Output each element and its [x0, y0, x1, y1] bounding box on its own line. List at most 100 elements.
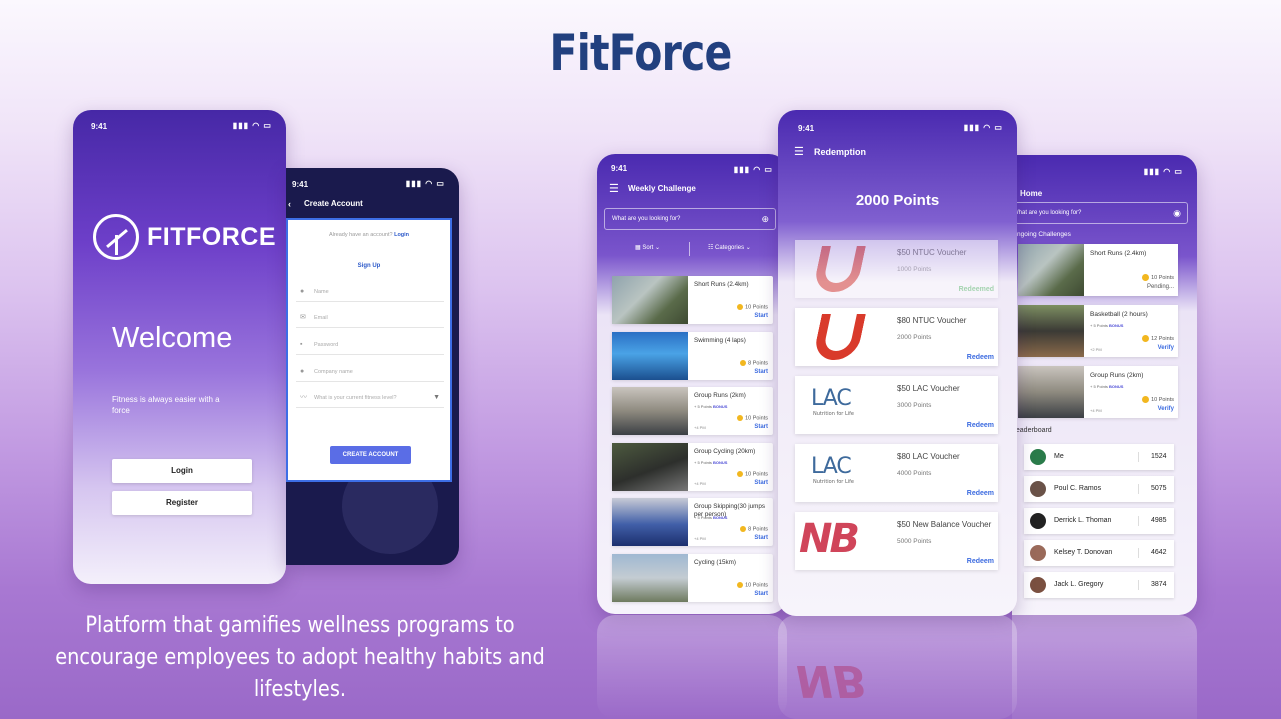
voucher-name: $50 LAC Voucher	[897, 384, 960, 393]
bonus-tag: BONUS	[1109, 384, 1124, 389]
challenge-card[interactable]: Group Skipping(30 jumps per person) + 5 P…	[612, 498, 773, 546]
voucher-name: $50 New Balance Voucher	[897, 520, 992, 529]
status-bar: 9:41 ▮▮▮ ◠ ▭	[91, 121, 272, 131]
challenge-photo	[612, 498, 688, 546]
challenge-card[interactable]: Short Runs (2.4km) 10 Points Start	[612, 276, 773, 324]
back-arrow-icon[interactable]: ‹	[288, 194, 291, 214]
voucher-logo: NB	[795, 512, 891, 570]
password-field[interactable]: ▪ Password	[296, 335, 444, 355]
reflection	[597, 615, 787, 719]
name-field[interactable]: ● Name	[296, 282, 444, 302]
pm-label: +4 PM	[694, 536, 706, 541]
redeem-button[interactable]: Redeem	[967, 490, 994, 497]
ongoing-heading: Ongoing Challenges	[1012, 231, 1071, 238]
challenge-points: 10 Points	[1142, 396, 1174, 403]
login-prompt: Already have an account? Login	[328, 232, 410, 238]
bonus-badge: + 5 Points BONUS	[1090, 384, 1124, 389]
create-account-header: ‹ Create Account	[286, 194, 459, 218]
challenge-points: 8 Points	[740, 526, 768, 532]
voucher-logo	[795, 308, 891, 366]
voucher-logo	[795, 240, 891, 298]
leaderboard-row: Kelsey T. Donovan 4642	[1024, 540, 1174, 566]
bonus-badge: + 5 Points BONUS	[694, 404, 728, 409]
lac-tagline: Nutrition for Life	[813, 411, 854, 417]
fitness-level-select[interactable]: 〰 What is your current fitness level? ▼	[296, 388, 444, 408]
avatar	[1030, 545, 1046, 561]
challenge-name: Group Cycling (20km)	[694, 447, 756, 455]
status-bar: 9:41 ▮▮▮ ◠ ▭	[292, 179, 445, 189]
redeem-button[interactable]: Redeem	[967, 558, 994, 565]
email-field[interactable]: ✉ Email	[296, 308, 444, 328]
lock-icon: ▪	[300, 341, 303, 348]
redemption-screen: 9:41 ▮▮▮ ◠ ▭ ☰ Redemption 2000 Points $50…	[778, 110, 1017, 616]
challenge-name: Short Runs (2.4km)	[694, 281, 749, 288]
redeem-button[interactable]: Redeem	[967, 422, 994, 429]
challenge-card[interactable]: Cycling (15km) 10 Points Start	[612, 553, 773, 602]
search-input[interactable]: What are you looking for? ⊕	[604, 208, 776, 230]
ongoing-card[interactable]: Short Runs (2.4km) 10 Points Pending...	[1018, 244, 1178, 296]
challenge-name: Cycling (15km)	[694, 558, 736, 566]
challenge-photo	[612, 387, 688, 435]
challenge-card[interactable]: Group Cycling (20km) + 5 Points BONUS +4 P…	[612, 442, 773, 491]
voucher-card[interactable]: $80 NTUC Voucher 2000 Points Redeem	[795, 308, 998, 366]
login-link[interactable]: Login	[394, 232, 409, 238]
welcome-screen: 9:41 ▮▮▮ ◠ ▭ FITFORCE Welcome Fitness is …	[73, 110, 286, 584]
verify-button[interactable]: Pending...	[1147, 284, 1174, 290]
register-button[interactable]: Register	[112, 491, 252, 515]
ongoing-card[interactable]: Group Runs (2km) + 5 Points BONUS +4 PM 10 …	[1018, 366, 1178, 418]
challenge-name: Swimming (4 laps)	[694, 336, 746, 344]
start-button[interactable]: Start	[754, 480, 768, 486]
categories-button[interactable]: ☷ Categories ⌄	[708, 244, 751, 251]
bonus-tag: BONUS	[713, 459, 728, 465]
voucher-card[interactable]: $50 NTUC Voucher 1000 Points Redeemed	[795, 240, 998, 298]
login-button[interactable]: Login	[112, 459, 252, 483]
voucher-logo: LAC Nutrition for Life	[795, 376, 891, 434]
start-button[interactable]: Start	[754, 369, 768, 375]
verify-button[interactable]: Verify	[1158, 345, 1174, 351]
challenge-card[interactable]: Group Runs (2km) + 5 Points BONUS +4 PM 10 …	[612, 387, 773, 435]
player-name: Derrick L. Thoman	[1054, 517, 1112, 524]
challenge-points: 10 Points	[737, 304, 768, 310]
signal-wifi-battery-icon: ▮▮▮ ◠ ▭	[733, 165, 773, 174]
menu-icon[interactable]: ☰	[609, 182, 619, 195]
challenge-points: 10 Points	[737, 415, 768, 421]
avatar	[1030, 481, 1046, 497]
ongoing-card[interactable]: Basketball (2 hours) + 5 Points BONUS +2 P…	[1018, 305, 1178, 357]
player-name: Jack L. Gregory	[1054, 581, 1104, 588]
leaderboard-row: Derrick L. Thoman 4985	[1024, 508, 1174, 534]
create-account-button[interactable]: CREATE ACCOUNT	[330, 446, 411, 464]
voucher-card[interactable]: LAC Nutrition for Life $50 LAC Voucher 3000…	[795, 376, 998, 434]
signal-wifi-battery-icon: ▮▮▮ ◠ ▭	[1143, 167, 1183, 176]
verify-button[interactable]: Verify	[1158, 406, 1174, 412]
voucher-card[interactable]: NB $50 New Balance Voucher 5000 Points Rede…	[795, 512, 998, 570]
company-field[interactable]: ● Company name	[296, 362, 444, 382]
weekly-challenge-screen: 9:41 ▮▮▮ ◠ ▭ ☰ Weekly Challenge What are …	[597, 154, 787, 614]
challenge-photo	[612, 331, 688, 380]
new-balance-logo: NB	[799, 516, 860, 562]
avatar	[1030, 577, 1046, 593]
player-score: 3874	[1138, 580, 1167, 590]
pm-label: +4 PM	[694, 480, 706, 486]
signal-wifi-battery-icon: ▮▮▮ ◠ ▭	[963, 123, 1003, 132]
start-button[interactable]: Start	[754, 591, 768, 597]
bonus-tag: BONUS	[713, 404, 728, 409]
player-score: 1524	[1138, 452, 1167, 462]
voucher-name: $80 NTUC Voucher	[897, 316, 967, 325]
start-button[interactable]: Start	[754, 313, 768, 319]
menu-icon[interactable]: ☰	[794, 145, 804, 158]
voucher-cost: 1000 Points	[897, 266, 932, 273]
ntuc-logo	[812, 246, 866, 292]
voucher-card[interactable]: LAC Nutrition for Life $80 LAC Voucher 4000…	[795, 444, 998, 502]
start-button[interactable]: Start	[754, 424, 768, 430]
reflection: NB	[778, 615, 1017, 719]
avatar	[1030, 449, 1046, 465]
start-button[interactable]: Start	[754, 535, 768, 541]
player-score: 4985	[1138, 516, 1167, 526]
divider	[689, 242, 690, 256]
sort-button[interactable]: ▦ Sort ⌄	[635, 244, 660, 251]
leaderboard-heading: Leaderboard	[1012, 427, 1052, 434]
redeem-button[interactable]: Redeem	[967, 354, 994, 361]
search-input[interactable]: What are you looking for? ◉	[1012, 202, 1188, 224]
challenge-card[interactable]: Swimming (4 laps) 8 Points Start	[612, 331, 773, 380]
page-title: FitForce	[549, 24, 733, 82]
